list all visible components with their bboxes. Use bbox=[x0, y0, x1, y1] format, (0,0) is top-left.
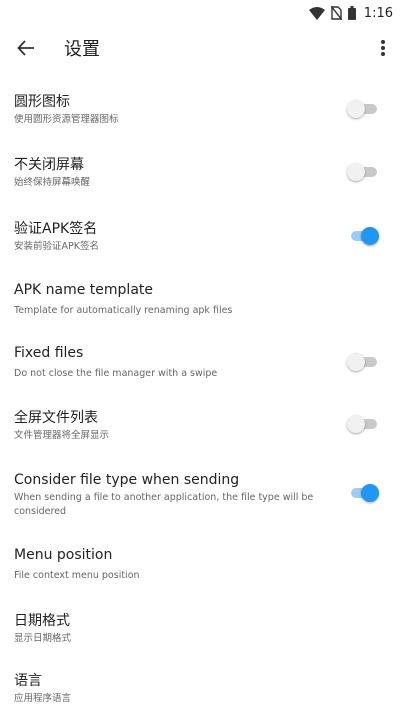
setting-title: Consider file type when sending bbox=[14, 472, 240, 488]
setting-summary: When sending a file to another applicati… bbox=[14, 492, 314, 517]
setting-summary: File context menu position bbox=[14, 570, 140, 581]
setting-title: Menu position bbox=[14, 547, 113, 563]
setting-fixed-files[interactable]: Fixed files Do not close the file manage… bbox=[0, 345, 405, 395]
battery-icon bbox=[347, 6, 356, 20]
setting-fullscreen-file-list[interactable]: 全屏文件列表 文件管理器将全屏显示 bbox=[0, 407, 405, 457]
round-icons-toggle[interactable] bbox=[347, 98, 379, 120]
setting-summary: 始终保持屏幕唤醒 bbox=[14, 177, 91, 188]
setting-summary: 使用圆形资源管理器图标 bbox=[14, 114, 119, 125]
setting-summary: 显示日期格式 bbox=[14, 633, 72, 644]
keep-screen-on-toggle[interactable] bbox=[347, 161, 379, 183]
setting-round-icons[interactable]: 圆形图标 使用圆形资源管理器图标 bbox=[0, 91, 405, 141]
arrow-back-icon bbox=[17, 40, 34, 56]
setting-consider-file-type[interactable]: Consider file type when sending When sen… bbox=[0, 472, 405, 532]
setting-apk-name-template[interactable]: APK name template Template for automatic… bbox=[0, 282, 405, 332]
setting-date-format[interactable]: 日期格式 显示日期格式 bbox=[0, 610, 405, 660]
no-sim-icon bbox=[330, 6, 342, 20]
setting-title: 不关闭屏幕 bbox=[14, 157, 84, 173]
back-button[interactable] bbox=[14, 36, 38, 60]
app-bar: 设置 bbox=[0, 26, 405, 70]
setting-title: Fixed files bbox=[14, 345, 84, 361]
setting-title: 语言 bbox=[14, 673, 42, 689]
setting-summary: 安装前验证APK签名 bbox=[14, 241, 99, 252]
setting-summary: 文件管理器将全屏显示 bbox=[14, 430, 110, 441]
consider-file-type-toggle[interactable] bbox=[349, 482, 379, 504]
fixed-files-toggle[interactable] bbox=[347, 351, 379, 373]
setting-title: 全屏文件列表 bbox=[14, 410, 98, 426]
verify-apk-signature-toggle[interactable] bbox=[349, 225, 379, 247]
setting-title: 圆形图标 bbox=[14, 94, 70, 110]
status-bar: 1:16 bbox=[0, 0, 405, 26]
page-title: 设置 bbox=[64, 39, 100, 60]
wifi-icon bbox=[308, 6, 325, 20]
setting-title: APK name template bbox=[14, 282, 154, 298]
status-time: 1:16 bbox=[363, 5, 393, 21]
setting-language[interactable]: 语言 应用程序语言 bbox=[0, 670, 405, 720]
setting-summary: 应用程序语言 bbox=[14, 693, 72, 704]
setting-title: 验证APK签名 bbox=[14, 221, 98, 237]
setting-title: 日期格式 bbox=[14, 613, 70, 629]
setting-verify-apk-signature[interactable]: 验证APK签名 安装前验证APK签名 bbox=[0, 218, 405, 268]
overflow-menu-button[interactable] bbox=[371, 36, 395, 60]
more-vert-icon bbox=[381, 40, 385, 56]
setting-keep-screen-on[interactable]: 不关闭屏幕 始终保持屏幕唤醒 bbox=[0, 154, 405, 204]
setting-summary: Template for automatically renaming apk … bbox=[14, 305, 233, 316]
setting-menu-position[interactable]: Menu position File context menu position bbox=[0, 547, 405, 597]
setting-summary: Do not close the file manager with a swi… bbox=[14, 368, 218, 379]
fullscreen-file-list-toggle[interactable] bbox=[347, 413, 379, 435]
